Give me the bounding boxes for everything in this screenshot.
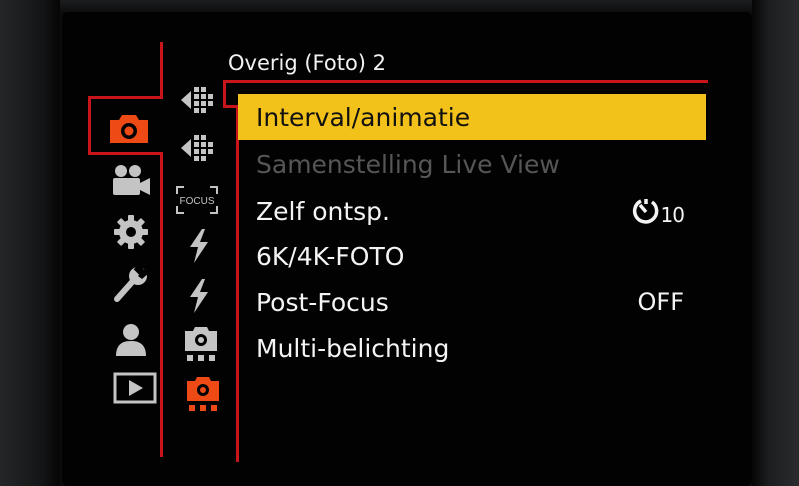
camera-body-left — [0, 0, 60, 486]
main-tab-custom[interactable] — [106, 214, 156, 250]
sub-tab-image-quality-1[interactable] — [176, 80, 222, 120]
camera-other-icon — [185, 327, 217, 361]
camera-body-right — [752, 0, 799, 486]
wrench-icon — [114, 265, 149, 302]
camera-other-icon — [187, 377, 219, 411]
video-camera-icon — [113, 165, 150, 195]
image-quality-icon — [181, 135, 213, 161]
menu-item-6k-4k-photo[interactable]: 6K/4K-FOTO — [238, 233, 706, 279]
frame-line — [223, 80, 226, 105]
post-focus-value: OFF — [637, 288, 685, 316]
menu-item-label: Interval/animatie — [256, 102, 471, 132]
sub-tab-other-2[interactable] — [180, 374, 226, 414]
menu-item-self-timer[interactable]: Zelf ontsp. 10 — [238, 188, 706, 234]
flash-icon — [190, 279, 208, 313]
main-tab-playback[interactable] — [110, 370, 160, 406]
frame-line — [223, 80, 708, 83]
frame-line — [88, 96, 91, 155]
menu-item-post-focus[interactable]: Post-Focus OFF — [238, 279, 706, 325]
camera-icon — [110, 115, 148, 143]
menu-item-label: Post-Focus — [256, 287, 389, 317]
gear-icon — [114, 215, 148, 249]
frame-line — [88, 96, 163, 99]
sub-tab-flash-1[interactable] — [176, 226, 222, 266]
sub-tab-focus[interactable]: FOCUS — [174, 180, 220, 220]
image-quality-icon — [181, 87, 213, 113]
self-timer-icon — [632, 199, 658, 224]
flash-icon — [190, 229, 208, 263]
sub-tab-other-1[interactable] — [178, 324, 224, 364]
sub-tab-image-quality-2[interactable] — [176, 128, 222, 168]
self-timer-value: 10 — [631, 188, 685, 234]
sub-tab-flash-2[interactable] — [176, 276, 222, 316]
main-tab-setup[interactable] — [106, 265, 156, 302]
menu-item-label: 6K/4K-FOTO — [256, 241, 405, 271]
focus-icon: FOCUS — [176, 186, 218, 214]
playback-icon — [113, 372, 157, 404]
frame-line — [160, 42, 163, 98]
menu-item-interval-animation[interactable]: Interval/animatie — [238, 94, 706, 140]
main-tab-video[interactable] — [106, 162, 156, 198]
menu-item-label: Zelf ontsp. — [256, 196, 390, 226]
menu-item-live-view-composite: Samenstelling Live View — [238, 141, 706, 187]
menu-item-label: Samenstelling Live View — [256, 149, 560, 179]
focus-icon-label: FOCUS — [180, 196, 215, 207]
menu-page-title: Overig (Foto) 2 — [228, 51, 387, 75]
frame-line — [160, 152, 163, 457]
menu-item-label: Multi-belichting — [256, 333, 450, 363]
self-timer-seconds: 10 — [660, 203, 685, 227]
main-tab-photo[interactable] — [104, 110, 154, 146]
frame-line — [88, 152, 163, 155]
person-icon — [116, 324, 146, 356]
main-tab-my-menu[interactable] — [106, 322, 156, 358]
menu-item-multi-exposure[interactable]: Multi-belichting — [238, 325, 706, 371]
